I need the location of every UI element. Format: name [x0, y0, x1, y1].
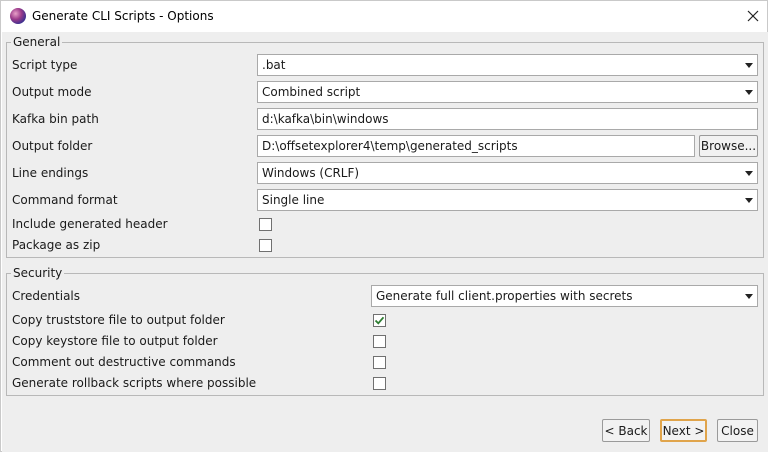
browse-button[interactable]: Browse...: [699, 135, 758, 157]
credentials-select[interactable]: Generate full client.properties with sec…: [371, 285, 758, 307]
chevron-down-icon: [745, 90, 753, 95]
credentials-label: Credentials: [12, 289, 81, 303]
close-icon[interactable]: [743, 6, 763, 26]
include-header-checkbox[interactable]: [259, 218, 272, 231]
command-format-select[interactable]: Single line: [257, 189, 758, 211]
rollback-label: Generate rollback scripts where possible: [12, 376, 257, 390]
script-type-value: .bat: [262, 58, 286, 72]
credentials-value: Generate full client.properties with sec…: [376, 289, 633, 303]
package-zip-checkbox[interactable]: [259, 239, 272, 252]
line-endings-select[interactable]: Windows (CRLF): [257, 162, 758, 184]
chevron-down-icon: [745, 171, 753, 176]
output-mode-label: Output mode: [12, 85, 92, 99]
include-header-label: Include generated header: [12, 217, 168, 231]
package-zip-label: Package as zip: [12, 238, 101, 252]
line-endings-value: Windows (CRLF): [262, 166, 360, 180]
output-folder-label: Output folder: [12, 139, 93, 153]
kafka-bin-label: Kafka bin path: [12, 112, 99, 126]
rollback-checkbox[interactable]: [373, 377, 386, 390]
command-format-value: Single line: [262, 193, 325, 207]
comment-destructive-label: Comment out destructive commands: [12, 355, 236, 369]
kafka-bin-input[interactable]: d:\kafka\bin\windows: [257, 108, 758, 130]
copy-truststore-checkbox[interactable]: [373, 314, 386, 327]
output-mode-value: Combined script: [262, 85, 361, 99]
app-logo-icon: [10, 8, 26, 24]
script-type-label: Script type: [12, 58, 78, 72]
comment-destructive-checkbox[interactable]: [373, 356, 386, 369]
line-endings-label: Line endings: [12, 166, 89, 180]
dialog-window: Generate CLI Scripts - Options General S…: [0, 0, 768, 452]
close-button[interactable]: Close: [717, 419, 758, 442]
copy-truststore-label: Copy truststore file to output folder: [12, 313, 225, 327]
general-group-title: General: [11, 35, 63, 49]
next-button[interactable]: Next >: [660, 419, 707, 442]
chevron-down-icon: [745, 63, 753, 68]
dialog-content: General Script type .bat Output mode Com…: [2, 32, 768, 452]
back-button[interactable]: < Back: [602, 419, 650, 442]
script-type-select[interactable]: .bat: [257, 54, 758, 76]
window-title: Generate CLI Scripts - Options: [32, 9, 214, 23]
chevron-down-icon: [745, 294, 753, 299]
chevron-down-icon: [745, 198, 753, 203]
security-group-title: Security: [11, 266, 65, 280]
output-folder-input[interactable]: D:\offsetexplorer4\temp\generated_script…: [257, 135, 695, 157]
copy-keystore-label: Copy keystore file to output folder: [12, 334, 218, 348]
checkmark-icon: [374, 316, 385, 325]
title-bar: Generate CLI Scripts - Options: [1, 1, 767, 32]
copy-keystore-checkbox[interactable]: [373, 335, 386, 348]
output-mode-select[interactable]: Combined script: [257, 81, 758, 103]
command-format-label: Command format: [12, 193, 118, 207]
